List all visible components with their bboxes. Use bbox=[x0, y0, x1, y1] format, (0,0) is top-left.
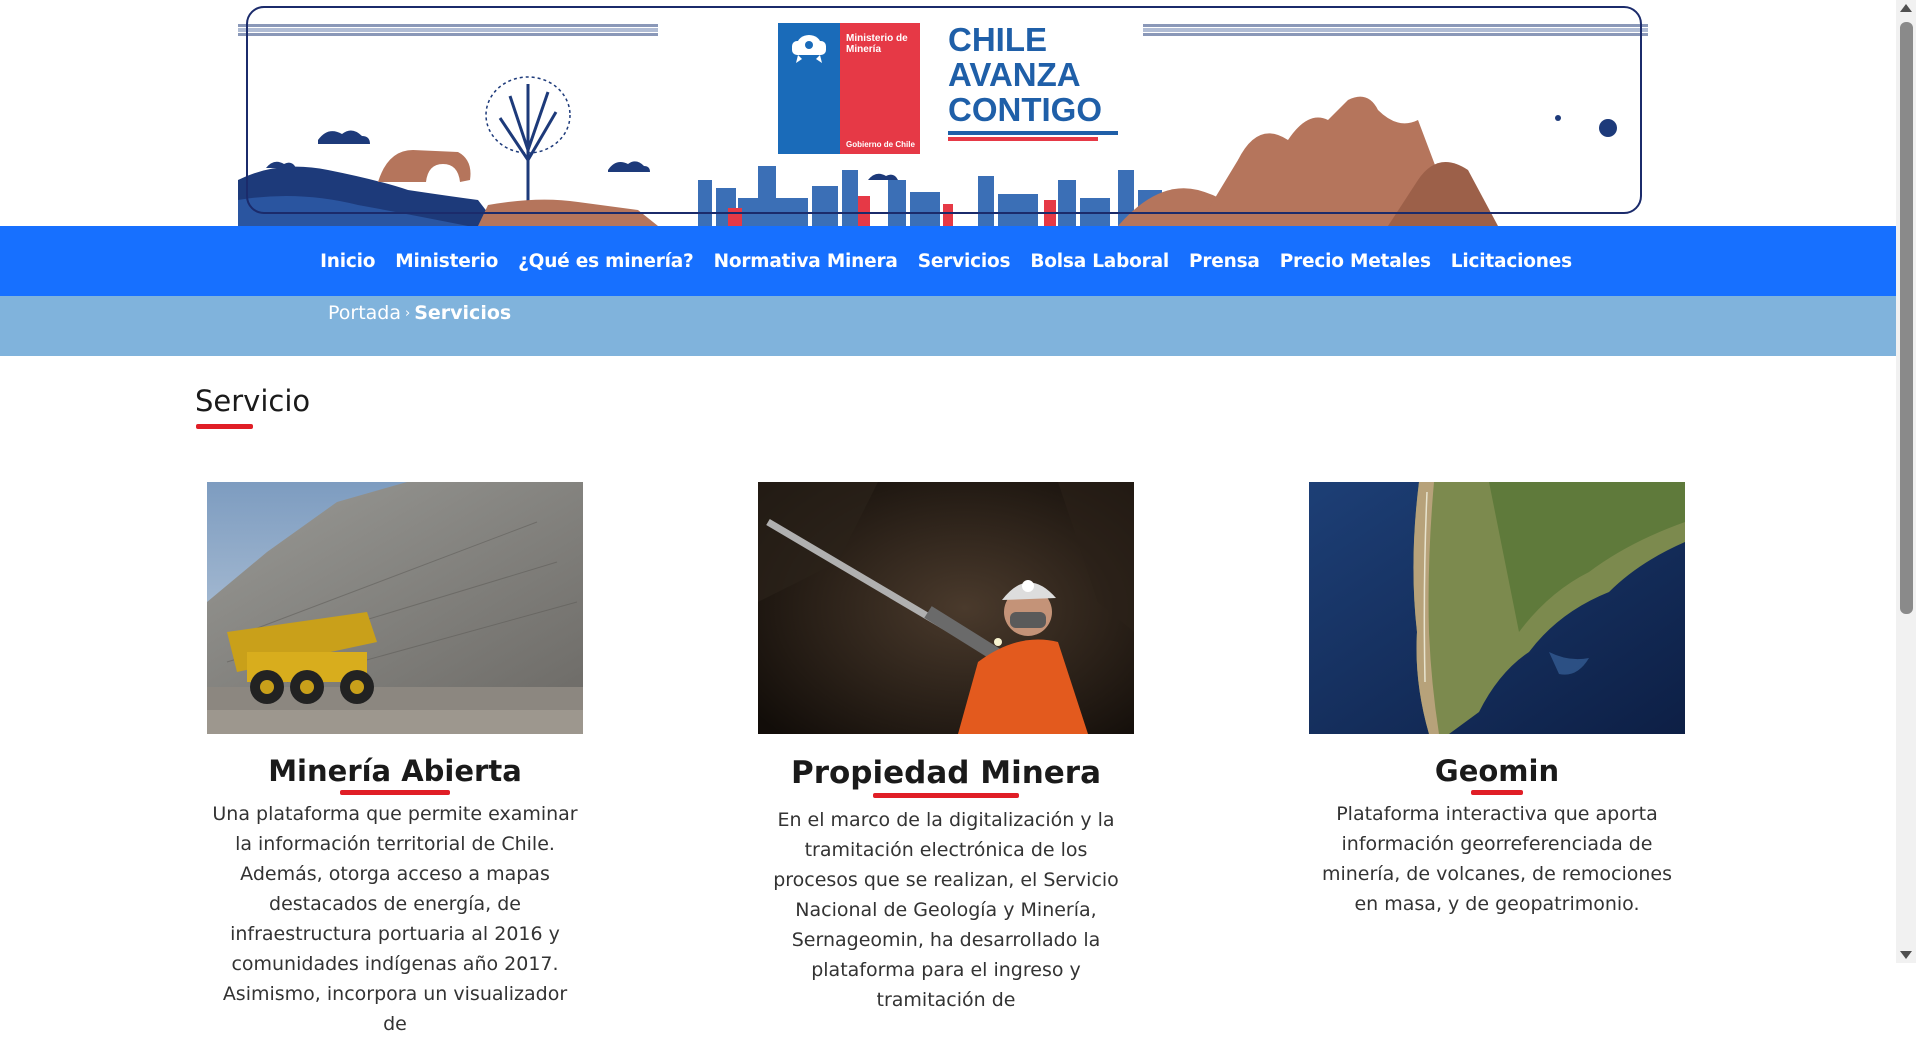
nav-item-bolsa-laboral[interactable]: Bolsa Laboral bbox=[1020, 251, 1179, 272]
title-underline bbox=[196, 424, 253, 429]
card-image-chile-map[interactable] bbox=[1309, 482, 1685, 734]
nav-item-que-es-mineria[interactable]: ¿Qué es minería? bbox=[508, 251, 703, 272]
nav-item-precio-metales[interactable]: Precio Metales bbox=[1270, 251, 1441, 272]
card-title[interactable]: Geomin bbox=[1309, 754, 1685, 788]
main-nav: Inicio Ministerio ¿Qué es minería? Norma… bbox=[0, 226, 1896, 296]
breadcrumb-home[interactable]: Portada bbox=[328, 302, 401, 324]
ministry-wordmark: Ministerio de Minería Gobierno de Chile bbox=[840, 23, 920, 154]
scroll-down-arrow-icon[interactable] bbox=[1900, 951, 1912, 959]
nav-item-licitaciones[interactable]: Licitaciones bbox=[1441, 251, 1582, 272]
breadcrumb-separator: › bbox=[405, 305, 411, 321]
slogan: CHILE AVANZA CONTIGO bbox=[948, 22, 1118, 141]
slogan-line-3: CONTIGO bbox=[948, 91, 1102, 128]
chile-seal-icon bbox=[778, 23, 840, 154]
nav-list: Inicio Ministerio ¿Qué es minería? Norma… bbox=[310, 251, 1582, 272]
slogan-line-1: CHILE bbox=[948, 21, 1047, 58]
ministry-name: Ministerio de Minería bbox=[846, 33, 908, 55]
card-title-underline bbox=[873, 793, 1019, 798]
service-card-geomin: Geomin Plataforma interactiva que aporta… bbox=[1309, 482, 1685, 919]
card-title-underline bbox=[340, 790, 450, 795]
page-title: Servicio bbox=[195, 384, 311, 418]
ministry-logo[interactable]: Ministerio de Minería Gobierno de Chile bbox=[778, 23, 920, 154]
card-description: Plataforma interactiva que aporta inform… bbox=[1321, 803, 1673, 915]
breadcrumb-bar: Portada › Servicios bbox=[0, 296, 1896, 356]
card-image-miner[interactable] bbox=[758, 482, 1134, 734]
card-title[interactable]: Propiedad Minera bbox=[758, 755, 1134, 791]
nav-item-normativa-minera[interactable]: Normativa Minera bbox=[704, 251, 908, 272]
header-banner: Ministerio de Minería Gobierno de Chile … bbox=[238, 0, 1654, 226]
breadcrumb: Portada › Servicios bbox=[328, 302, 511, 324]
slogan-stripe-red bbox=[948, 137, 1098, 141]
scroll-thumb[interactable] bbox=[1900, 22, 1913, 614]
slogan-stripe bbox=[948, 131, 1118, 135]
scroll-up-arrow-icon[interactable] bbox=[1900, 4, 1912, 12]
card-title-underline bbox=[1471, 790, 1523, 795]
breadcrumb-current: Servicios bbox=[414, 302, 512, 324]
nav-item-ministerio[interactable]: Ministerio bbox=[385, 251, 508, 272]
slogan-line-2: AVANZA bbox=[948, 56, 1081, 93]
nav-item-prensa[interactable]: Prensa bbox=[1179, 251, 1270, 272]
nav-item-inicio[interactable]: Inicio bbox=[310, 251, 385, 272]
banner-frame bbox=[246, 6, 1642, 214]
card-description: Una plataforma que permite examinar la i… bbox=[212, 803, 578, 1035]
service-card-propiedad-minera: Propiedad Minera En el marco de la digit… bbox=[758, 482, 1134, 1015]
page-scrollbar[interactable] bbox=[1896, 0, 1916, 963]
card-image-mine-truck[interactable] bbox=[207, 482, 583, 734]
government-name: Gobierno de Chile bbox=[846, 140, 915, 149]
card-description: En el marco de la digitalización y la tr… bbox=[773, 809, 1119, 1011]
card-title[interactable]: Minería Abierta bbox=[207, 754, 583, 788]
nav-item-servicios[interactable]: Servicios bbox=[908, 251, 1021, 272]
service-card-mineria-abierta: Minería Abierta Una plataforma que permi… bbox=[207, 482, 583, 1039]
